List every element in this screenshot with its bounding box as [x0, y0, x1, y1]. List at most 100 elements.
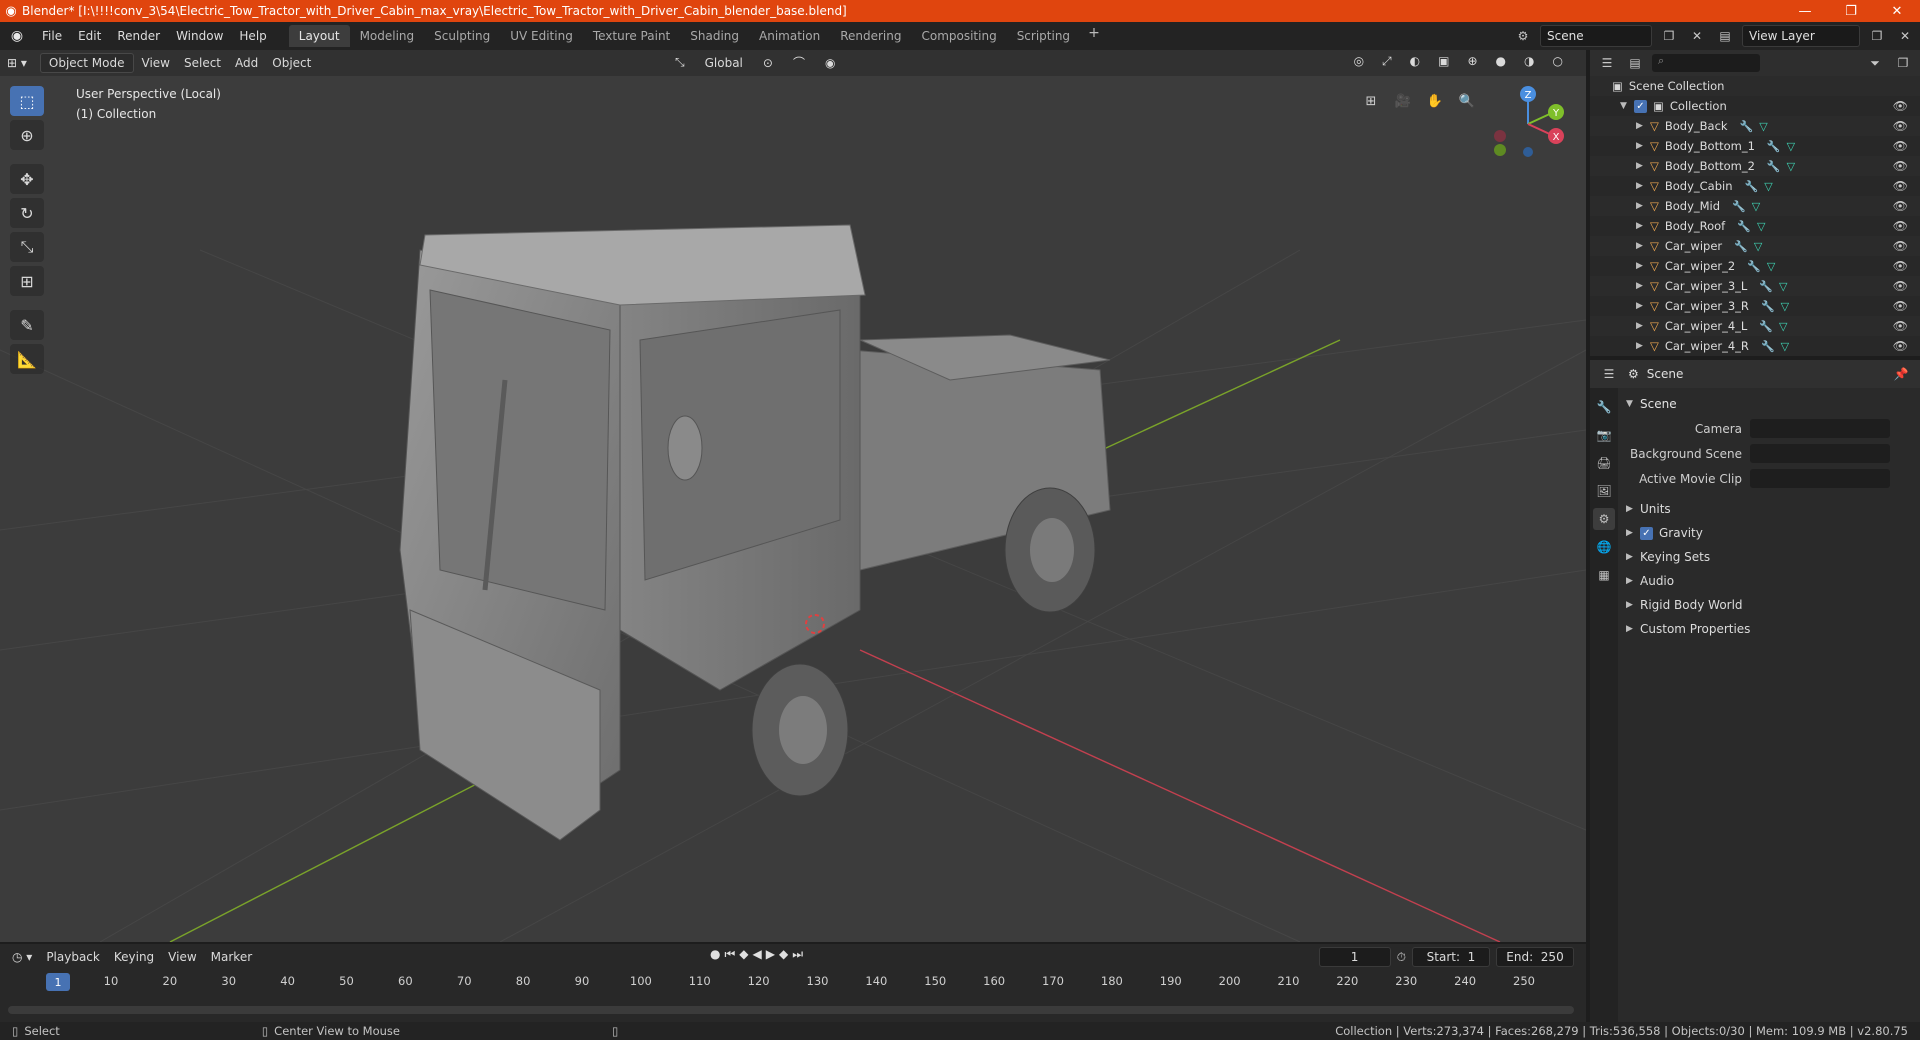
- frame-ruler[interactable]: 1 10 20 30 40 50 60 70 80 90 100 110 120 130 140 150 16…: [0, 970, 1586, 992]
- mesh-data-icon[interactable]: ▽: [1764, 180, 1772, 193]
- mesh-data-icon[interactable]: ▽: [1759, 120, 1767, 133]
- tab-sculpting[interactable]: Sculpting: [424, 25, 500, 47]
- transform-orientation-dropdown[interactable]: Global: [699, 54, 749, 72]
- menu-timeline-view[interactable]: View: [162, 948, 202, 966]
- pan-view-icon[interactable]: ✋: [1422, 88, 1448, 114]
- 3d-viewport[interactable]: ⊞ ▾ Object Mode View Select Add Object ⤡…: [0, 50, 1586, 942]
- eye-icon[interactable]: 👁: [1893, 299, 1908, 313]
- mesh-data-icon[interactable]: ▽: [1779, 280, 1787, 293]
- outliner-object-row[interactable]: ▶ ▽ Car_wiper_3_R 🔧 ▽ 👁: [1590, 296, 1920, 316]
- navigation-gizmo[interactable]: Z Y X: [1488, 80, 1568, 160]
- eye-icon[interactable]: 👁: [1893, 279, 1908, 293]
- tab-compositing[interactable]: Compositing: [911, 25, 1006, 47]
- scene-browse-icon[interactable]: ⚙: [1512, 25, 1534, 47]
- zoom-view-icon[interactable]: 🔍: [1454, 88, 1480, 114]
- expand-arrow-icon[interactable]: ▶: [1636, 161, 1650, 171]
- menu-keying[interactable]: Keying: [108, 948, 160, 966]
- select-box-tool-icon[interactable]: ⬚: [10, 86, 44, 116]
- scene-tab-icon[interactable]: ⚙: [1593, 508, 1615, 530]
- start-frame-input[interactable]: Start: 1: [1412, 947, 1490, 967]
- new-view-layer-icon[interactable]: ❐: [1866, 25, 1888, 47]
- gizmo-toggle-icon[interactable]: ⤢: [1376, 52, 1398, 71]
- camera-view-icon[interactable]: 🎥: [1390, 88, 1416, 114]
- expand-arrow-icon[interactable]: ▶: [1636, 201, 1650, 211]
- outliner-editor-type-icon[interactable]: ☰: [1596, 52, 1618, 74]
- eye-icon[interactable]: 👁: [1893, 259, 1908, 273]
- tab-rendering[interactable]: Rendering: [830, 25, 911, 47]
- current-frame-input[interactable]: 1: [1318, 947, 1391, 967]
- object-mode-dropdown[interactable]: Object Mode: [39, 53, 134, 73]
- snap-icon[interactable]: ⌒: [787, 52, 811, 73]
- current-frame-indicator[interactable]: 1: [46, 973, 70, 991]
- filter-icon[interactable]: ⏷: [1864, 52, 1886, 74]
- units-panel[interactable]: ▶ Units: [1620, 497, 1920, 521]
- expand-arrow-icon[interactable]: ▶: [1636, 301, 1650, 311]
- world-tab-icon[interactable]: 🌐: [1593, 536, 1615, 558]
- collection-checkbox[interactable]: ✓: [1634, 99, 1647, 113]
- mesh-data-icon[interactable]: ▽: [1781, 340, 1789, 353]
- scale-tool-icon[interactable]: ⤡: [10, 232, 44, 262]
- outliner-object-row[interactable]: ▶ ▽ Body_Cabin 🔧 ▽ 👁: [1590, 176, 1920, 196]
- eye-icon[interactable]: 👁: [1893, 199, 1908, 213]
- tab-animation[interactable]: Animation: [749, 25, 830, 47]
- mesh-data-icon[interactable]: ▽: [1752, 200, 1760, 213]
- menu-marker[interactable]: Marker: [205, 948, 258, 966]
- editor-type-icon[interactable]: ⊞ ▾: [1, 54, 33, 72]
- modifier-wrench-icon[interactable]: 🔧: [1767, 140, 1781, 153]
- annotate-tool-icon[interactable]: ✎: [10, 310, 44, 340]
- expand-arrow-icon[interactable]: ▶: [1636, 321, 1650, 331]
- mesh-data-icon[interactable]: ▽: [1767, 260, 1775, 273]
- menu-view[interactable]: View: [136, 54, 176, 72]
- delete-view-layer-icon[interactable]: ✕: [1894, 25, 1916, 47]
- modifier-wrench-icon[interactable]: 🔧: [1747, 260, 1761, 273]
- transform-tool-icon[interactable]: ⊞: [10, 266, 44, 296]
- outliner-object-row[interactable]: ▶ ▽ Body_Back 🔧 ▽ 👁: [1590, 116, 1920, 136]
- menu-edit[interactable]: Edit: [70, 29, 109, 43]
- timeline-editor-type-icon[interactable]: ◷ ▾: [6, 948, 38, 966]
- view-layer-browse-icon[interactable]: ▤: [1714, 25, 1736, 47]
- texture-tab-icon[interactable]: ▦: [1593, 564, 1615, 586]
- scene-selector[interactable]: Scene: [1540, 25, 1652, 47]
- gravity-panel[interactable]: ▶ ✓ Gravity: [1620, 521, 1920, 545]
- expand-arrow-icon[interactable]: ▶: [1636, 241, 1650, 251]
- mesh-data-icon[interactable]: ▽: [1754, 240, 1762, 253]
- menu-render[interactable]: Render: [109, 29, 168, 43]
- pivot-point-icon[interactable]: ⊙: [757, 54, 779, 72]
- modifier-wrench-icon[interactable]: 🔧: [1732, 200, 1746, 213]
- properties-editor-type-icon[interactable]: ☰: [1598, 363, 1620, 385]
- menu-select[interactable]: Select: [178, 54, 227, 72]
- record-icon[interactable]: ●: [710, 947, 720, 962]
- modifier-wrench-icon[interactable]: 🔧: [1761, 300, 1775, 313]
- move-tool-icon[interactable]: ✥: [10, 164, 44, 194]
- outliner-object-row[interactable]: ▶ ▽ Body_Bottom_1 🔧 ▽ 👁: [1590, 136, 1920, 156]
- tab-scripting[interactable]: Scripting: [1007, 25, 1080, 47]
- jump-start-icon[interactable]: ⏮: [724, 947, 735, 962]
- expand-arrow-icon[interactable]: ▶: [1636, 281, 1650, 291]
- eye-icon[interactable]: 👁: [1893, 339, 1908, 353]
- mesh-data-icon[interactable]: ▽: [1787, 160, 1795, 173]
- custom-properties-panel[interactable]: ▶ Custom Properties: [1620, 617, 1920, 641]
- xray-toggle-icon[interactable]: ▣: [1432, 52, 1455, 71]
- outliner-search-input[interactable]: ⌕: [1652, 54, 1760, 72]
- keying-sets-panel[interactable]: ▶ Keying Sets: [1620, 545, 1920, 569]
- expand-arrow-icon[interactable]: ▶: [1636, 181, 1650, 191]
- outliner-object-row[interactable]: ▶ ▽ Body_Roof 🔧 ▽ 👁: [1590, 216, 1920, 236]
- menu-help[interactable]: Help: [231, 29, 274, 43]
- eye-icon[interactable]: 👁: [1893, 319, 1908, 333]
- blender-menu-icon[interactable]: ◉: [0, 28, 34, 44]
- collection-row[interactable]: ▼ ✓ ▣ Collection 👁: [1590, 96, 1920, 116]
- maximize-button[interactable]: ❐: [1828, 0, 1874, 22]
- expand-arrow-icon[interactable]: ▶: [1636, 341, 1650, 351]
- outliner-object-row[interactable]: ▶ ▽ Body_Bottom_2 🔧 ▽ 👁: [1590, 156, 1920, 176]
- menu-add[interactable]: Add: [229, 54, 264, 72]
- measure-tool-icon[interactable]: 📐: [10, 344, 44, 374]
- proportional-edit-icon[interactable]: ◉: [819, 54, 841, 72]
- outliner-object-row[interactable]: ▶ ▽ Body_Mid 🔧 ▽ 👁: [1590, 196, 1920, 216]
- new-scene-icon[interactable]: ❐: [1658, 25, 1680, 47]
- outliner-object-row[interactable]: ▶ ▽ Car_wiper_3_L 🔧 ▽ 👁: [1590, 276, 1920, 296]
- render-tab-icon[interactable]: 📷: [1593, 424, 1615, 446]
- output-tab-icon[interactable]: 🖨: [1593, 452, 1615, 474]
- eye-icon[interactable]: 👁: [1893, 219, 1908, 233]
- timeline-scrollbar[interactable]: [8, 1006, 1574, 1014]
- scene-collection-row[interactable]: ▣ Scene Collection: [1590, 76, 1920, 96]
